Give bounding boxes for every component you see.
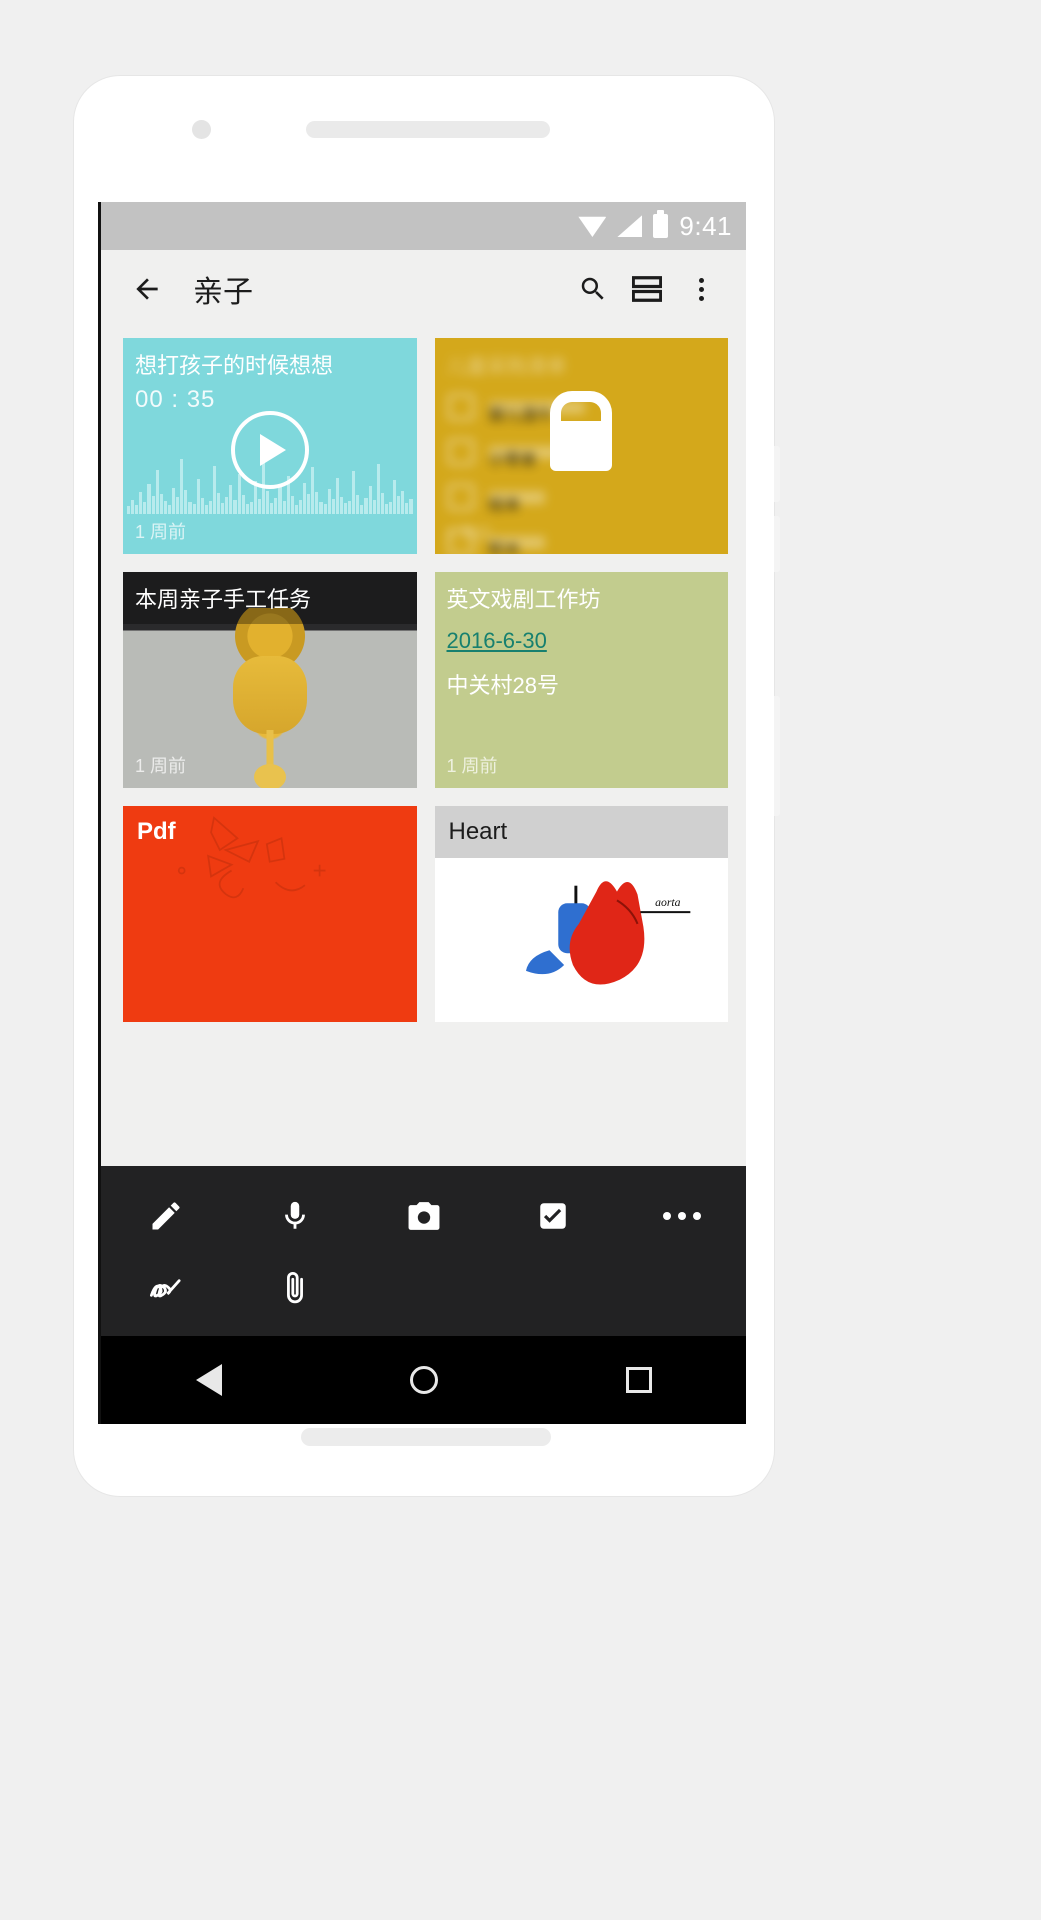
note-card-text[interactable]: 英文戏剧工作坊 2016-6-30 中关村28号 1 周前 (434, 572, 728, 788)
audio-duration: 00 : 35 (135, 386, 216, 413)
home-indicator (301, 1428, 551, 1446)
note-card-pdf[interactable]: Pdf (123, 806, 417, 1022)
note-title: Heart (448, 818, 508, 845)
note-card-photo[interactable]: 本周亲子手工任务 1 周前 (123, 572, 417, 788)
note-title: 想打孩子的时候想想 (135, 353, 334, 378)
checklist-item: 绘本 (446, 483, 717, 514)
front-camera (192, 120, 211, 139)
page-title: 亲子 (193, 276, 253, 309)
note-card-audio[interactable]: 想打孩子的时候想想 00 : 35 1 周前 (123, 338, 417, 554)
note-header-band: Heart (434, 806, 728, 858)
photo-detail-pouch (232, 656, 307, 734)
compose-toolbar (101, 1166, 746, 1336)
note-title: Pdf (137, 818, 176, 845)
overflow-dots-horizontal (662, 1212, 701, 1220)
note-card-locked[interactable]: 儿童采购清单 婴儿湿巾 小零食 绘本 积木 1 周前 (434, 338, 728, 554)
power-button[interactable] (774, 696, 780, 816)
nav-home-icon[interactable] (384, 1350, 464, 1410)
note-title: 本周亲子手工任务 (135, 587, 312, 612)
checklist-item-label: 绘本 (488, 490, 545, 514)
microphone-icon[interactable] (230, 1180, 359, 1252)
search-icon[interactable] (566, 265, 620, 313)
notes-grid: 想打孩子的时候想想 00 : 35 1 周前 儿童采购清单 婴儿湿巾 小零食 绘… (101, 328, 746, 1050)
volume-up-button[interactable] (774, 446, 780, 502)
volume-down-button[interactable] (774, 516, 780, 572)
cellular-signal-icon (617, 215, 643, 237)
app-bar: 亲子 (101, 250, 746, 328)
android-navigation-bar (101, 1336, 746, 1424)
play-icon[interactable] (230, 411, 309, 490)
wifi-icon (578, 216, 607, 237)
pencil-icon[interactable] (101, 1180, 230, 1252)
lock-icon (550, 421, 613, 471)
checkbox-icon (446, 393, 475, 421)
checkbox-icon[interactable] (488, 1180, 617, 1252)
earpiece-speaker (306, 121, 550, 138)
note-date-link[interactable]: 2016-6-30 (447, 628, 547, 654)
checklist-item-label: 积木 (488, 535, 545, 554)
note-timestamp: 1 周前 (446, 526, 492, 543)
list-view-icon[interactable] (620, 265, 674, 313)
phone-device-frame: 9:41 亲子 想打孩子的时候想想 00: 35 1 周前 儿童采购清单 婴儿… (74, 76, 780, 1496)
more-vertical-icon[interactable] (674, 265, 728, 313)
svg-text:aorta: aorta (655, 896, 681, 909)
phone-screen: 9:41 亲子 想打孩子的时候想想 00: 35 1 周前 儿童采购清单 婴儿… (98, 202, 746, 1424)
status-bar: 9:41 (101, 202, 746, 250)
note-timestamp: 1 周前 (446, 756, 498, 776)
camera-icon[interactable] (359, 1180, 488, 1252)
overflow-dots (698, 277, 704, 301)
photo-detail-ball (253, 764, 286, 788)
compose-toolbar-row-secondary (101, 1252, 746, 1324)
nav-recents-icon[interactable] (599, 1350, 679, 1410)
arrow-back-icon[interactable] (123, 265, 171, 313)
note-address: 中关村28号 (446, 673, 559, 698)
heart-illustration: aorta (434, 858, 728, 1022)
scribble-icon[interactable] (101, 1252, 230, 1324)
paperclip-icon[interactable] (230, 1252, 359, 1324)
battery-icon (653, 210, 669, 238)
note-timestamp: 1 周前 (135, 522, 187, 542)
note-timestamp: 1 周前 (135, 756, 187, 776)
more-horizontal-icon[interactable] (617, 1180, 746, 1252)
checkbox-icon (446, 438, 475, 466)
locked-note-title: 儿童采购清单 (446, 356, 567, 378)
nav-back-icon[interactable] (169, 1350, 249, 1410)
status-bar-clock: 9:41 (679, 210, 732, 241)
note-title: 英文戏剧工作坊 (446, 587, 601, 612)
compose-toolbar-row-primary (101, 1180, 746, 1252)
checkbox-icon (446, 483, 475, 511)
note-card-image-doc[interactable]: Heart aorta (434, 806, 728, 1022)
